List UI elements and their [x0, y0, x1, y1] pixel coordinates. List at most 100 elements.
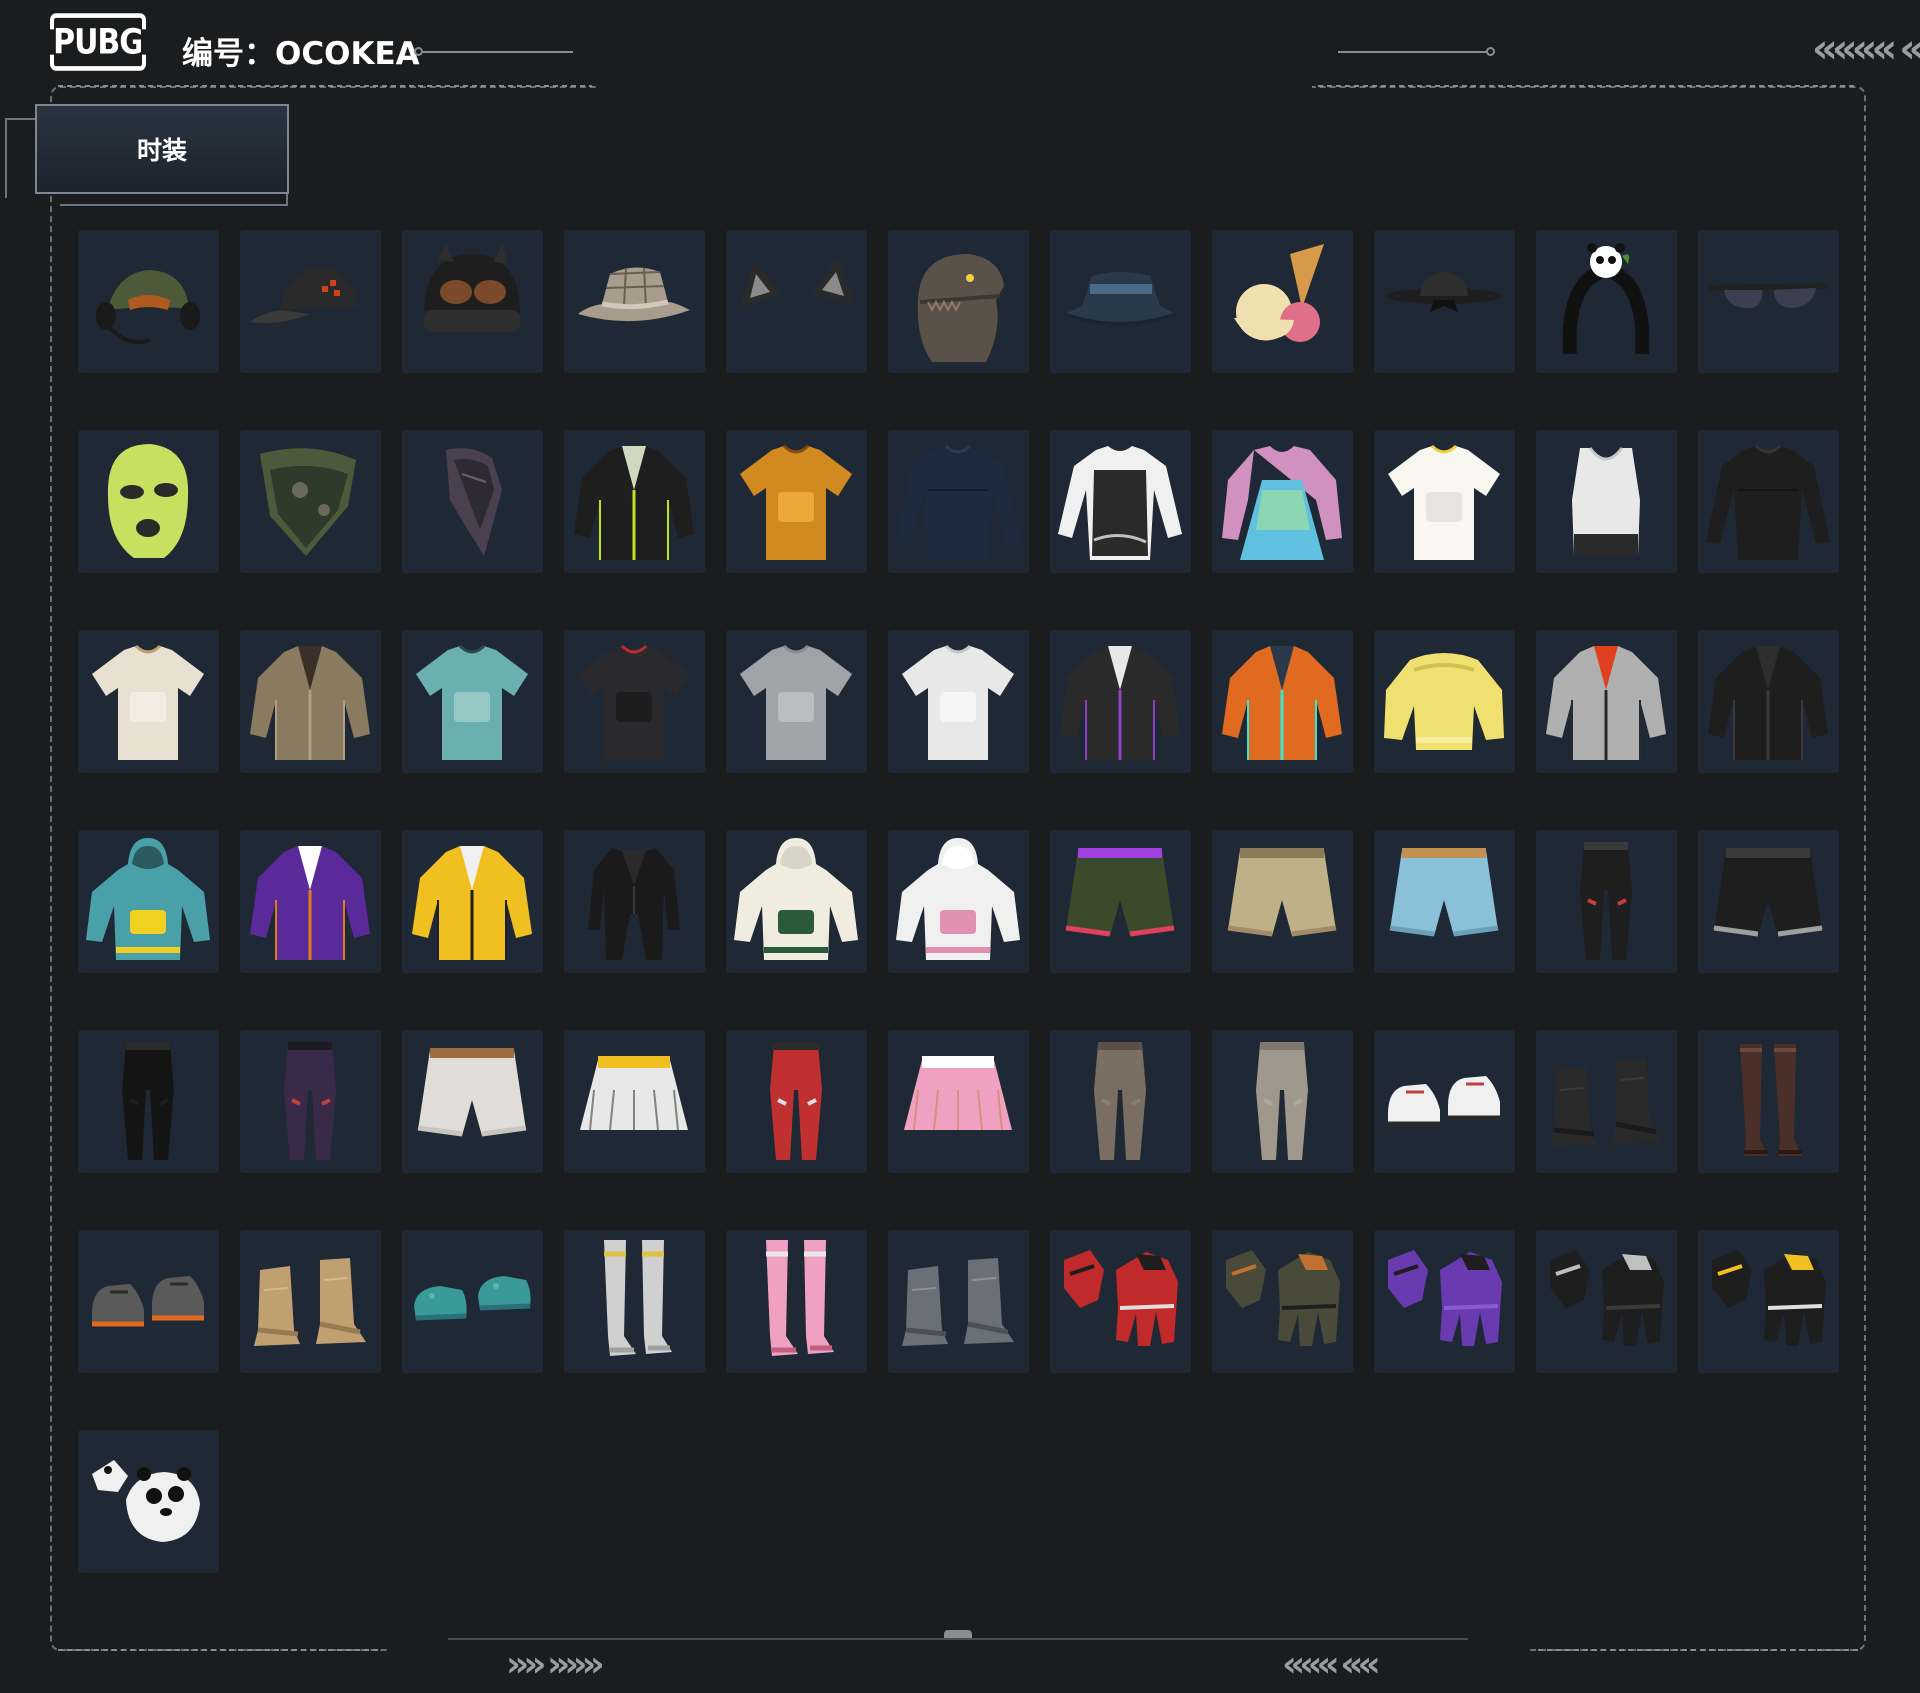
pubg-logo: PUBG [49, 13, 147, 71]
item-tile-floral-hawaiian-shirt[interactable] [402, 630, 543, 773]
gloves-icon [1226, 1250, 1340, 1346]
frame-top-gap [600, 80, 1312, 94]
item-tile-cat-ears[interactable] [726, 230, 867, 373]
hoodie-icon [734, 838, 858, 960]
item-tile-orange-tech-jacket[interactable] [1212, 630, 1353, 773]
item-tile-embroidered-shirt[interactable] [78, 630, 219, 773]
jacket-icon [1546, 646, 1666, 760]
item-tile-panda-gloves[interactable] [78, 1430, 219, 1573]
item-tile-sunglasses[interactable] [1698, 230, 1839, 373]
item-tile-ice-cream-cone-hat[interactable] [1212, 230, 1353, 373]
item-tile-teal-duck-hoodie[interactable] [78, 830, 219, 973]
item-tile-camo-cargo-shorts[interactable] [1212, 830, 1353, 973]
item-tile-khaki-pants[interactable] [1050, 1030, 1191, 1173]
item-tile-white-denim-shorts[interactable] [402, 1030, 543, 1173]
item-tile-black-leather-jacket[interactable] [1698, 630, 1839, 773]
item-tile-goggle-beanie[interactable] [402, 230, 543, 373]
top-right-dash [1318, 85, 1858, 87]
left-line-node [414, 47, 423, 56]
fedora-icon [578, 267, 690, 322]
item-tile-green-shorts-purple-socks[interactable] [1050, 830, 1191, 973]
item-tile-black-belted-shorts[interactable] [1698, 830, 1839, 973]
tab-fashion-label: 时装 [136, 136, 187, 165]
item-tile-orange-print-tshirt[interactable] [726, 430, 867, 573]
tall-boots-icon [766, 1240, 834, 1356]
item-tile-tan-boots[interactable] [240, 1230, 381, 1373]
bottom-divider-line [448, 1638, 1468, 1640]
item-tile-black-knuckle-gloves[interactable] [1536, 1230, 1677, 1373]
item-tile-white-sports-bra[interactable] [1536, 430, 1677, 573]
skirt-icon [580, 1056, 688, 1131]
item-tile-black-cargo-pants[interactable] [1536, 830, 1677, 973]
item-tile-white-shirt-vest[interactable] [1050, 430, 1191, 573]
item-tile-black-lanyard-jacket[interactable] [564, 430, 705, 573]
item-tile-black-wide-brim-hat[interactable] [1374, 230, 1515, 373]
account-code-label: 编号：OCOKEA [182, 36, 420, 72]
item-tile-green-balaclava[interactable] [78, 430, 219, 573]
jacket-icon [412, 846, 532, 960]
item-tile-black-skinny-jeans[interactable] [78, 1030, 219, 1173]
item-tile-red-camo-pants[interactable] [726, 1030, 867, 1173]
item-tile-white-pleated-skirt[interactable] [564, 1030, 705, 1173]
item-tile-camo-combat-boots[interactable] [888, 1230, 1029, 1373]
item-tile-black-leg-warmers[interactable] [1536, 1030, 1677, 1173]
item-tile-red-racing-gloves[interactable] [1050, 1230, 1191, 1373]
item-tile-pink-white-hoodie[interactable] [888, 830, 1029, 973]
item-tile-black-crop-top[interactable] [564, 630, 705, 773]
item-tile-navy-turtleneck[interactable] [888, 430, 1029, 573]
pants-icon [122, 1042, 174, 1160]
item-tile-black-baseball-cap[interactable] [240, 230, 381, 373]
item-tile-yellow-fleece-sweater[interactable] [1374, 630, 1515, 773]
item-tile-white-sneakers[interactable] [1374, 1030, 1515, 1173]
item-tile-white-thigh-boots[interactable] [564, 1230, 705, 1373]
item-tile-yellow-black-gloves[interactable] [1698, 1230, 1839, 1373]
jacket-icon [574, 446, 694, 560]
tab-fashion[interactable]: 时装 [35, 104, 289, 194]
item-tile-camo-tactical-gloves[interactable] [1212, 1230, 1353, 1373]
item-tile-beige-pants[interactable] [1212, 1030, 1353, 1173]
item-tile-grey-orange-sneakers[interactable] [78, 1230, 219, 1373]
item-tile-camo-bandana[interactable] [240, 430, 381, 573]
item-tile-dinosaur-mask[interactable] [888, 230, 1029, 373]
clogs-icon [414, 1276, 531, 1321]
tshirt-icon [1388, 444, 1500, 560]
item-tile-purple-gloves[interactable] [1374, 1230, 1515, 1373]
beanie-goggles-icon [424, 244, 520, 332]
top-left-dash [58, 85, 592, 87]
item-tile-holographic-dress-cardigan[interactable] [1212, 430, 1353, 573]
item-tile-headset-cap[interactable] [78, 230, 219, 373]
item-tile-denim-shorts[interactable] [1374, 830, 1515, 973]
item-tile-bucket-hat[interactable] [1050, 230, 1191, 373]
item-tile-purple-team-jacket[interactable] [240, 830, 381, 973]
item-tile-black-suit[interactable] [564, 830, 705, 973]
item-tile-silver-red-jacket[interactable] [1536, 630, 1677, 773]
item-tile-brown-stockings[interactable] [1698, 1030, 1839, 1173]
jacket-icon [250, 846, 370, 960]
bottom-scroll-handle[interactable] [944, 1630, 972, 1638]
item-tile-cyber-jacket[interactable] [1050, 630, 1191, 773]
item-tile-pink-fishnet-boots[interactable] [726, 1230, 867, 1373]
item-tile-panda-headband[interactable] [1536, 230, 1677, 373]
gloves-icon [1712, 1250, 1826, 1346]
item-tile-cream-green-hoodie[interactable] [726, 830, 867, 973]
item-tile-teal-clogs[interactable] [402, 1230, 543, 1373]
sneakers-icon [1388, 1076, 1500, 1127]
dress-icon [1222, 446, 1342, 560]
bandana-icon [260, 448, 356, 556]
skirt-icon [904, 1056, 1012, 1131]
item-tile-purple-combat-pants[interactable] [240, 1030, 381, 1173]
item-tile-layered-vest-jacket[interactable] [240, 630, 381, 773]
item-tile-pink-plaid-skirt[interactable] [888, 1030, 1029, 1173]
item-tile-white-tshirt[interactable] [888, 630, 1029, 773]
item-tile-purple-scarf[interactable] [402, 430, 543, 573]
item-tile-black-lace-top[interactable] [1698, 430, 1839, 573]
logo-text: PUBG [53, 21, 144, 63]
gloves-icon [1550, 1250, 1664, 1346]
item-tile-yellow-white-jacket[interactable] [402, 830, 543, 973]
panda-headband-icon [1562, 243, 1650, 355]
item-tile-pikachu-tshirt[interactable] [1374, 430, 1515, 573]
item-tile-grey-tshirt[interactable] [726, 630, 867, 773]
pants-icon [1580, 842, 1632, 960]
shorts-icon [1227, 848, 1337, 937]
item-tile-plaid-fedora[interactable] [564, 230, 705, 373]
